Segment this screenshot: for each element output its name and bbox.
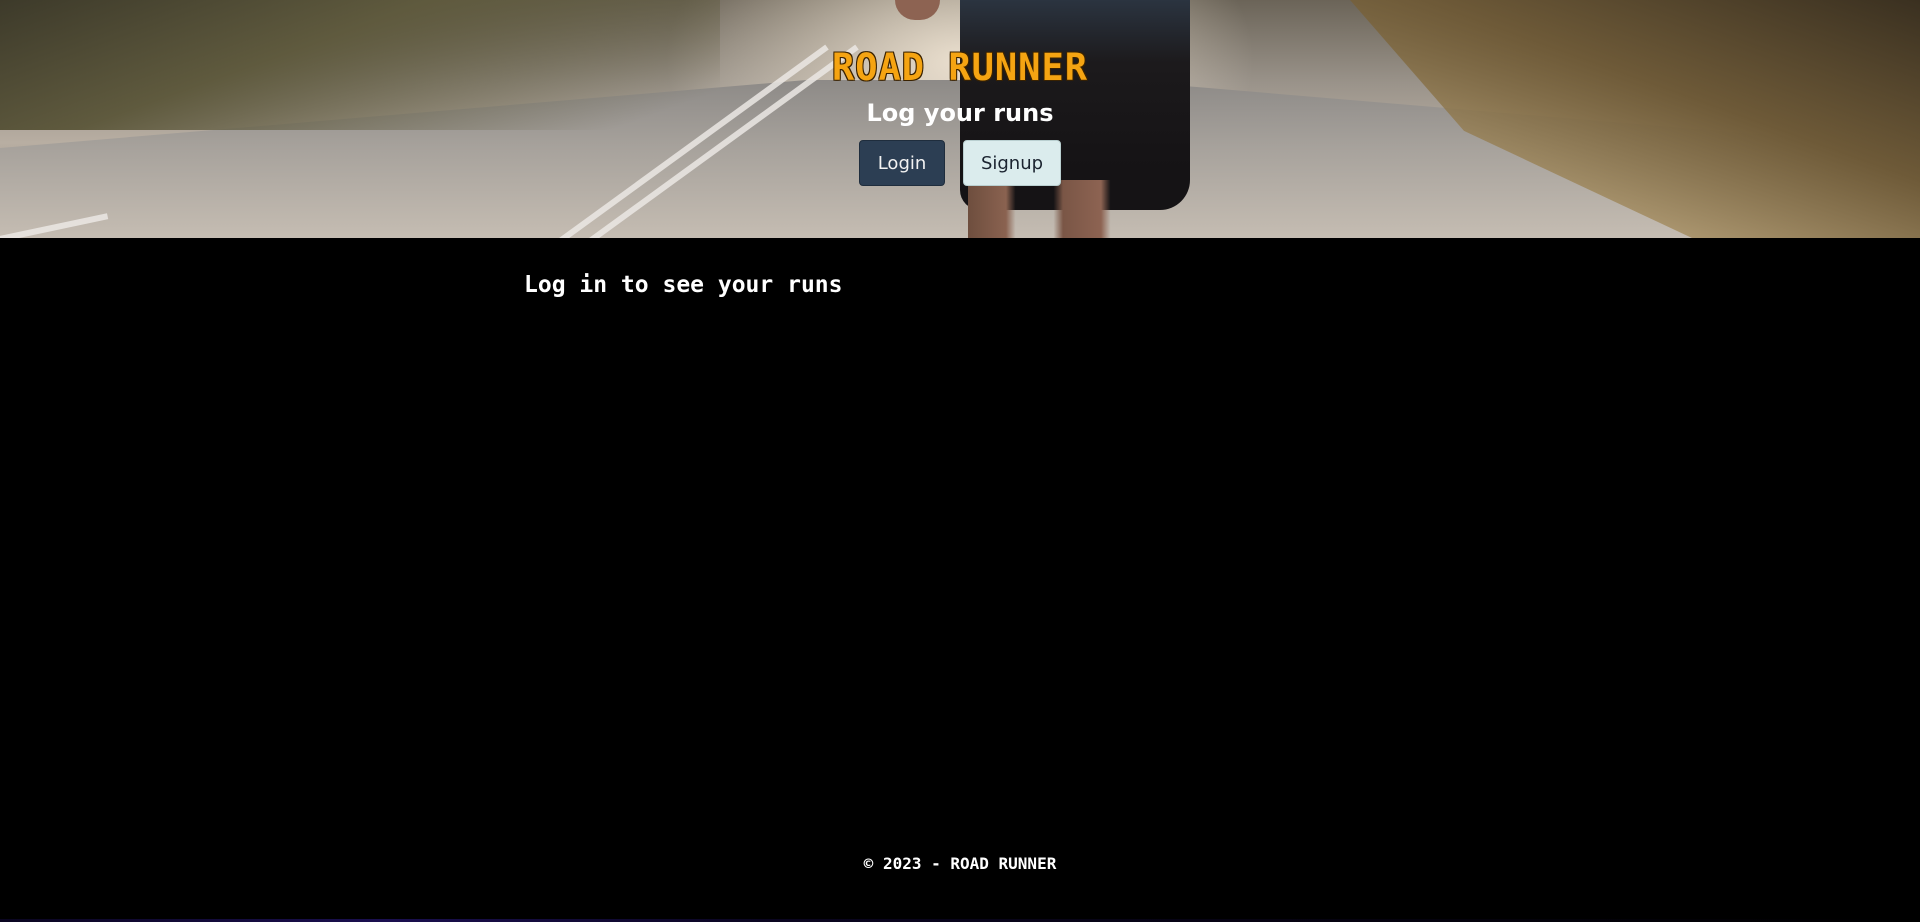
auth-buttons: Login Signup [859,140,1061,186]
site-tagline: Log your runs [866,99,1054,127]
site-title: ROAD RUNNER [831,46,1089,89]
login-prompt: Log in to see your runs [524,272,843,298]
hero-banner: ROAD RUNNER Log your runs Login Signup [0,0,1920,238]
hero-content: ROAD RUNNER Log your runs Login Signup [0,0,1920,238]
signup-button[interactable]: Signup [963,140,1061,186]
login-button[interactable]: Login [859,140,945,186]
footer-copyright: © 2023 - ROAD RUNNER [863,854,1057,873]
main-content: Log in to see your runs © 2023 - ROAD RU… [0,238,1920,922]
